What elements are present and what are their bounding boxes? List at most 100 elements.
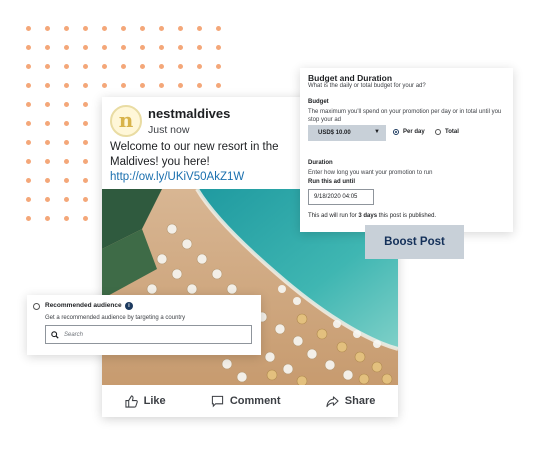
decorative-dot	[26, 121, 31, 126]
radio-total[interactable]: Total	[435, 129, 459, 135]
decorative-dot	[26, 140, 31, 145]
decorative-dot	[140, 45, 145, 50]
decorative-dot	[83, 159, 88, 164]
decorative-dot	[45, 159, 50, 164]
share-button[interactable]: Share	[326, 395, 376, 408]
info-icon[interactable]: i	[125, 302, 133, 310]
decorative-dot	[83, 216, 88, 221]
decorative-dot	[45, 83, 50, 88]
summary-prefix: This ad will run for	[308, 213, 359, 219]
decorative-dot	[64, 178, 69, 183]
decorative-dot	[83, 102, 88, 107]
thumbs-up-icon	[125, 394, 138, 408]
decorative-dot	[178, 64, 183, 69]
run-until-date-value: 9/18/2020 04:05	[314, 194, 358, 200]
decorative-dot	[121, 45, 126, 50]
chevron-down-icon: ▼	[374, 129, 380, 135]
decorative-dot	[216, 45, 221, 50]
budget-duration-panel: Budget and Duration What is the daily or…	[300, 68, 513, 232]
search-icon	[51, 330, 59, 339]
like-button[interactable]: Like	[125, 394, 166, 408]
decorative-dot	[140, 83, 145, 88]
decorative-dot	[26, 26, 31, 31]
avatar[interactable]: n	[110, 105, 142, 137]
decorative-dot	[26, 178, 31, 183]
decorative-dot	[102, 45, 107, 50]
post-timestamp: Just now	[148, 124, 190, 136]
radio-unselected-icon	[435, 129, 441, 135]
decorative-dot	[102, 26, 107, 31]
post-message: Welcome to our new resort in the Maldive…	[110, 141, 279, 168]
decorative-dot	[45, 64, 50, 69]
decorative-dot	[102, 64, 107, 69]
post-link[interactable]: http://ow.ly/UKiV50AkZ1W	[110, 171, 244, 183]
decorative-dot	[178, 45, 183, 50]
duration-summary: This ad will run for 3 days this post is…	[308, 213, 436, 219]
share-label: Share	[344, 395, 376, 407]
summary-days: 3 days	[358, 213, 378, 219]
decorative-dot	[83, 121, 88, 126]
decorative-dot	[102, 83, 107, 88]
decorative-dot	[26, 64, 31, 69]
decorative-dot	[83, 178, 88, 183]
duration-description: Enter how long you want your promotion t…	[308, 170, 433, 176]
decorative-dot	[83, 64, 88, 69]
boost-post-button[interactable]: Boost Post	[365, 225, 464, 259]
duration-label: Duration	[308, 160, 333, 166]
decorative-dot	[178, 26, 183, 31]
decorative-dot	[64, 64, 69, 69]
decorative-dot	[26, 45, 31, 50]
decorative-dot	[121, 83, 126, 88]
decorative-dot	[45, 45, 50, 50]
post-text: Welcome to our new resort in the Maldive…	[110, 140, 310, 185]
decorative-dot	[26, 83, 31, 88]
decorative-dot	[64, 159, 69, 164]
decorative-dot	[45, 26, 50, 31]
comment-icon	[211, 395, 223, 407]
search-placeholder: Search	[64, 331, 84, 338]
audience-radio[interactable]	[33, 303, 40, 310]
decorative-dot	[45, 102, 50, 107]
decorative-dot	[83, 140, 88, 145]
audience-description: Get a recommended audience by targeting …	[45, 315, 186, 321]
decorative-dot	[140, 26, 145, 31]
budget-amount-value: USD$ 10.00	[318, 130, 351, 136]
run-until-date-input[interactable]: 9/18/2020 04:05	[308, 189, 374, 205]
decorative-dot	[26, 102, 31, 107]
decorative-dot	[121, 26, 126, 31]
decorative-dot	[121, 64, 126, 69]
radio-per-day[interactable]: Per day	[393, 129, 425, 135]
decorative-dot	[45, 178, 50, 183]
decorative-dot	[45, 140, 50, 145]
decorative-dot	[197, 83, 202, 88]
decorative-dot	[140, 64, 145, 69]
decorative-dot	[83, 197, 88, 202]
decorative-dot	[197, 26, 202, 31]
budget-label: Budget	[308, 99, 329, 105]
budget-description: The maximum you'll spend on your promoti…	[308, 109, 502, 123]
decorative-dot	[26, 197, 31, 202]
share-icon	[326, 395, 339, 407]
budget-amount-select[interactable]: USD$ 10.00 ▼	[308, 125, 386, 141]
country-search-input[interactable]: Search	[45, 325, 252, 344]
decorative-dot	[64, 26, 69, 31]
run-until-label: Run this ad until	[308, 179, 355, 185]
decorative-dot	[64, 216, 69, 221]
comment-button[interactable]: Comment	[211, 395, 281, 408]
post-username[interactable]: nestmaldives	[148, 106, 230, 121]
decorative-dot	[64, 45, 69, 50]
decorative-dot	[64, 140, 69, 145]
decorative-dot	[83, 83, 88, 88]
like-label: Like	[143, 395, 166, 407]
decorative-dot	[83, 26, 88, 31]
decorative-dot	[45, 216, 50, 221]
recommended-audience-panel: Recommended audience i Get a recommended…	[27, 295, 261, 355]
radio-per-day-label: Per day	[403, 129, 425, 135]
radio-total-label: Total	[445, 129, 459, 135]
decorative-dot	[64, 197, 69, 202]
decorative-dot	[26, 159, 31, 164]
decorative-dot	[64, 102, 69, 107]
decorative-dot	[64, 83, 69, 88]
decorative-dot	[159, 26, 164, 31]
post-actions-bar: Like Comment Share	[102, 385, 398, 417]
